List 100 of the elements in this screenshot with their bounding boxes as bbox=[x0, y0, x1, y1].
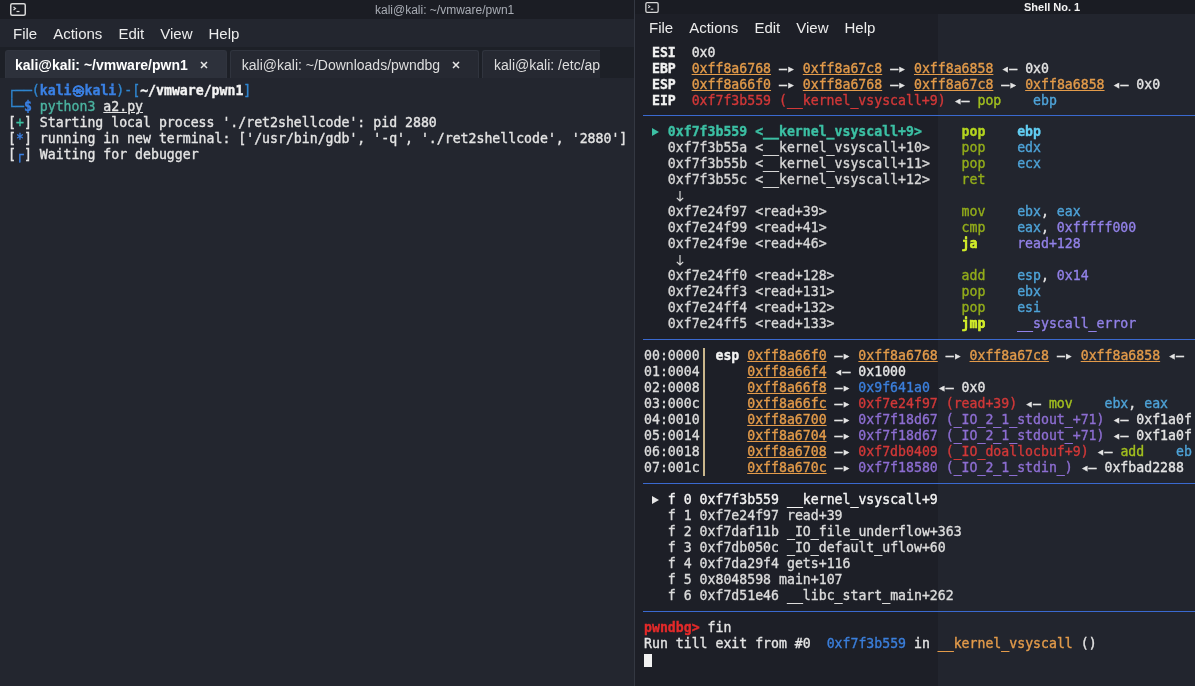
instruction-address: 0xf7e24ff5 bbox=[667, 316, 748, 332]
stack-entry: 0xff8a66f8 —▸ 0x9f641a0 ◂— 0x0 bbox=[747, 380, 986, 396]
tab[interactable]: kali@kali: ~/Downloads/pwndbg bbox=[229, 50, 480, 78]
menu-item[interactable]: View bbox=[152, 24, 201, 42]
mnemonic-text: pop bbox=[961, 156, 986, 172]
instruction-address: 0xf7e24f99 bbox=[667, 220, 748, 236]
operand-text: edx bbox=[1017, 140, 1041, 156]
symbol-label: <read+131> bbox=[755, 284, 835, 300]
symbol-label: <__kernel_vsyscall+9> bbox=[755, 124, 922, 140]
instruction-address: 0xf7e24f9e bbox=[667, 236, 748, 252]
window-title: Shell No. 1 bbox=[1024, 1, 1081, 13]
mnemonic-text: cmp bbox=[961, 220, 986, 236]
register-name: EBP bbox=[651, 61, 676, 77]
instruction-address: 0xf7f3b55b bbox=[667, 156, 748, 172]
instruction-address: 0xf7e24f97 bbox=[667, 204, 748, 220]
stack-entry: 0xff8a66f0 —▸ 0xff8a6768 —▸ 0xff8a67c8 —▸ 0xff8a6858 ◂— bbox=[747, 348, 1184, 364]
block-cursor-icon bbox=[644, 653, 652, 667]
instruction-address: 0xf7e24ff4 bbox=[667, 300, 748, 316]
menu-item[interactable]: Edit bbox=[110, 24, 153, 42]
menu-item[interactable]: Actions bbox=[45, 24, 111, 42]
down-arrow-icon bbox=[675, 190, 684, 202]
backtrace-frame: f 0 0xf7f3b559 __kernel_vsyscall+9 bbox=[667, 492, 938, 508]
stack-entry: 0xff8a66fc —▸ 0xf7e24f97 (read+39) ◂— mov ebx, eax bbox=[747, 396, 1169, 412]
stack-offset: 06:0018 bbox=[644, 444, 700, 460]
instruction-address: 0xf7f3b55c bbox=[667, 172, 748, 188]
mnemonic-text: add bbox=[961, 268, 986, 284]
operand-text: ecx bbox=[1017, 156, 1041, 172]
stack-offset: 03:000c bbox=[644, 396, 700, 412]
mnemonic-text: mov bbox=[961, 204, 986, 220]
operand-text: ebx, eax bbox=[1017, 204, 1081, 220]
close-icon[interactable] bbox=[452, 60, 461, 69]
menu-item[interactable]: View bbox=[788, 18, 837, 36]
terminal-line: [┌] Waiting for debugger bbox=[8, 147, 200, 163]
backtrace-frame: f 5 0x8048598 main+107 bbox=[667, 572, 843, 588]
register-name: ESI bbox=[651, 45, 676, 61]
instruction-address: 0xf7f3b559 bbox=[667, 124, 748, 140]
symbol-label: <read+46> bbox=[755, 236, 827, 252]
backtrace-frame: f 3 0xf7db050c _IO_default_uflow+60 bbox=[667, 540, 946, 556]
mnemonic-text: ja bbox=[961, 236, 978, 252]
tab[interactable]: kali@kali: /etc/ap bbox=[482, 50, 601, 78]
terminal-line: [+] Starting local process './ret2shellcode': pid 2880 bbox=[8, 115, 438, 131]
menu-item[interactable]: Help bbox=[200, 24, 248, 42]
symbol-label: <read+39> bbox=[755, 204, 827, 220]
stack-entry: 0xff8a6704 —▸ 0xf7f18d67 (_IO_2_1_stdout_+71) ◂— 0xf1a0f bbox=[747, 428, 1192, 444]
register-name: ESP bbox=[651, 77, 676, 93]
terminal-icon bbox=[10, 3, 26, 16]
instruction-address: 0xf7f3b55a bbox=[667, 140, 748, 156]
operand-text: ebp bbox=[1017, 124, 1041, 140]
register-name: EIP bbox=[651, 93, 676, 109]
mnemonic-text: jmp bbox=[961, 316, 986, 332]
register-value: 0x0 bbox=[691, 45, 716, 61]
console-line: pwndbg> fin bbox=[644, 620, 733, 636]
instruction-address: 0xf7e24ff0 bbox=[667, 268, 748, 284]
stack-offset: 05:0014 bbox=[644, 428, 700, 444]
terminal-icon bbox=[645, 1, 659, 13]
register-value: 0xff8a6768 —▸ 0xff8a67c8 —▸ 0xff8a6858 ◂— 0x0 bbox=[691, 61, 1049, 77]
operand-text: esp, 0x14 bbox=[1017, 268, 1089, 284]
stack-offset: 01:0004 bbox=[644, 364, 700, 380]
down-arrow-icon bbox=[675, 254, 684, 266]
stack-entry: 0xff8a6708 —▸ 0xf7db0409 (_IO_doallocbuf+9) ◂— add eb bbox=[747, 444, 1192, 460]
menu-item[interactable]: Help bbox=[836, 18, 884, 36]
symbol-label: <read+133> bbox=[755, 316, 835, 332]
operand-text: esi bbox=[1017, 300, 1041, 316]
mnemonic-text: pop bbox=[961, 140, 986, 156]
symbol-label: <__kernel_vsyscall+12> bbox=[755, 172, 930, 188]
stack-entry: 0xff8a66f4 ◂— 0x1000 bbox=[747, 364, 906, 380]
console-line: Run till exit from #0 0xf7f3b559 in __kernel_vsyscall () bbox=[644, 636, 1098, 652]
stack-offset: 02:0008 bbox=[644, 380, 700, 396]
backtrace-frame: f 2 0xf7daf11b _IO_file_underflow+363 bbox=[667, 524, 962, 540]
register-value: 0xff8a66f0 —▸ 0xff8a6768 —▸ 0xff8a67c8 —▸ 0xff8a6858 ◂— 0x0 bbox=[691, 77, 1161, 93]
operand-text: __syscall_error bbox=[1017, 316, 1137, 332]
symbol-label: <__kernel_vsyscall+10> bbox=[755, 140, 930, 156]
menu-item[interactable]: Edit bbox=[746, 18, 789, 36]
terminal-line: [*] running in new terminal: ['/usr/bin/gdb', '-q', './ret2shellcode', '2880'] bbox=[8, 131, 626, 147]
stack-offset: 00:0000 bbox=[644, 348, 700, 364]
backtrace-frame: f 1 0xf7e24f97 read+39 bbox=[667, 508, 843, 524]
close-icon[interactable] bbox=[199, 60, 208, 69]
terminal-line: ┌──(kali㉿kali)-[~/vmware/pwn1] bbox=[8, 83, 253, 99]
menu-item[interactable]: Actions bbox=[681, 18, 747, 36]
mnemonic-text: ret bbox=[961, 172, 986, 188]
tab[interactable]: kali@kali: ~/vmware/pwn1 bbox=[5, 50, 227, 78]
menu-item[interactable]: File bbox=[641, 18, 682, 36]
backtrace-frame: f 4 0xf7da29f4 gets+116 bbox=[667, 556, 851, 572]
stack-offset: 04:0010 bbox=[644, 412, 700, 428]
backtrace-frame: f 6 0xf7d51e46 __libc_start_main+262 bbox=[667, 588, 954, 604]
menu-item[interactable]: File bbox=[5, 24, 46, 42]
mnemonic-text: pop bbox=[961, 300, 986, 316]
symbol-label: <read+41> bbox=[755, 220, 827, 236]
terminal-line: └─$ python3 a2.py bbox=[8, 99, 144, 115]
operand-text: eax, 0xfffff000 bbox=[1017, 220, 1137, 236]
mnemonic-text: pop bbox=[961, 284, 986, 300]
register-value: 0xf7f3b559 (__kernel_vsyscall+9) ◂— pop ebp bbox=[691, 93, 1057, 109]
operand-text: ebx bbox=[1017, 284, 1041, 300]
symbol-label: <read+128> bbox=[755, 268, 835, 284]
instruction-address: 0xf7e24ff3 bbox=[667, 284, 748, 300]
stack-register: esp bbox=[715, 348, 740, 364]
symbol-label: <__kernel_vsyscall+11> bbox=[755, 156, 930, 172]
stack-entry: 0xff8a670c —▸ 0xf7f18580 (_IO_2_1_stdin_) ◂— 0xfbad2288 bbox=[747, 460, 1184, 476]
mnemonic-text: pop bbox=[961, 124, 986, 140]
window-title: kali@kali: ~/vmware/pwn1 bbox=[375, 2, 515, 17]
